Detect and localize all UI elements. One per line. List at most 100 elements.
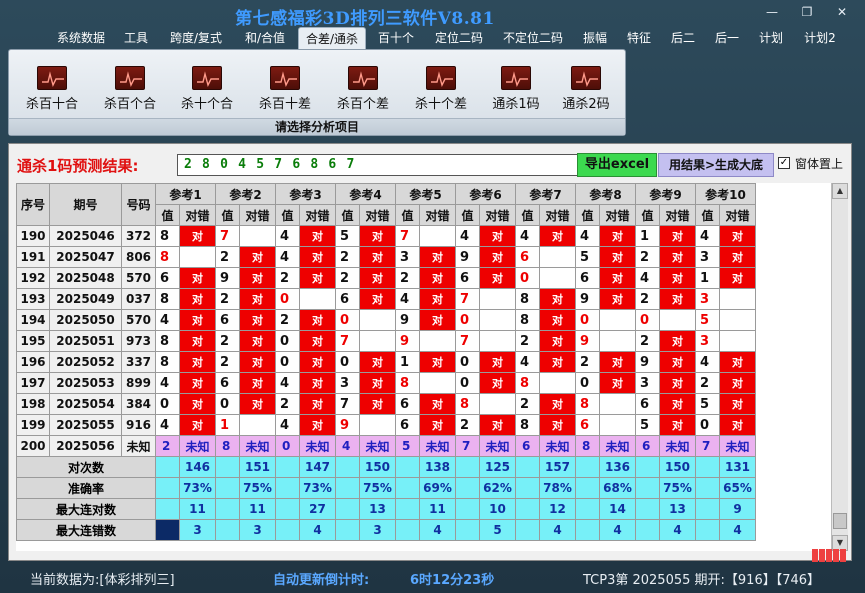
hit-cell: 对 bbox=[359, 225, 396, 247]
stat-spacer bbox=[515, 498, 540, 520]
stat-spacer bbox=[395, 456, 420, 478]
ref-header[interactable]: 参考9 bbox=[635, 183, 696, 205]
ref-header[interactable]: 参考8 bbox=[575, 183, 636, 205]
menu-last-two[interactable]: 后二 bbox=[664, 27, 702, 49]
ref-header[interactable]: 参考10 bbox=[695, 183, 756, 205]
ref-value: 8 bbox=[155, 288, 180, 310]
table-row[interactable]: 198 2025054 384 0 对 0 对 2 对 7 对 6 对 8 2 对 8 6 对 5 对 bbox=[16, 393, 756, 415]
ref-value: 0 bbox=[575, 309, 600, 331]
ref-value: 4 bbox=[695, 225, 720, 247]
ref-header[interactable]: 参考3 bbox=[275, 183, 336, 205]
hit-cell: 对 bbox=[539, 393, 576, 415]
ref-value: 8 bbox=[515, 309, 540, 331]
close-button[interactable]: ✕ bbox=[832, 4, 852, 20]
table-row[interactable]: 192 2025048 570 6 对 9 对 2 对 2 对 2 对 6 对 0 6 对 4 对 1 对 bbox=[16, 267, 756, 289]
menu-plan2[interactable]: 计划2 bbox=[798, 27, 842, 49]
scroll-up-icon[interactable]: ▲ bbox=[832, 183, 848, 199]
ribbon-kill-one[interactable]: 通杀1码 bbox=[479, 56, 553, 116]
table-row[interactable]: 190 2025046 372 8 对 7 4 对 5 对 7 4 对 4 对 4 对 1 对 4 对 bbox=[16, 225, 756, 247]
stat-value: 157 bbox=[539, 456, 576, 478]
stat-spacer bbox=[335, 477, 360, 499]
hit-cell: 对 bbox=[719, 393, 756, 415]
row-number: 806 bbox=[121, 246, 156, 268]
vertical-scrollbar[interactable]: ▲ ▼ bbox=[831, 183, 848, 551]
ref-value: 0 bbox=[275, 351, 300, 373]
menu-feature[interactable]: 特征 bbox=[620, 27, 658, 49]
stat-value: 4 bbox=[539, 519, 576, 541]
table-row[interactable]: 196 2025052 337 8 对 2 对 0 对 0 对 1 对 0 对 4 对 2 对 9 对 4 对 bbox=[16, 351, 756, 373]
row-seq: 193 bbox=[16, 288, 50, 310]
row-issue: 2025048 bbox=[49, 267, 122, 289]
hit-cell: 对 bbox=[719, 246, 756, 268]
ref-value: 8 bbox=[155, 330, 180, 352]
hit-cell: 对 bbox=[299, 330, 336, 352]
row-issue: 2025053 bbox=[49, 372, 122, 394]
ref-header[interactable]: 参考2 bbox=[215, 183, 276, 205]
topmost-checkbox[interactable]: ✓ bbox=[778, 157, 790, 169]
menu-diff-kill[interactable]: 合差/通杀 bbox=[298, 27, 366, 49]
ref-value: 6 bbox=[395, 393, 420, 415]
ref-header[interactable]: 参考1 bbox=[155, 183, 216, 205]
hit-cell: 对 bbox=[359, 288, 396, 310]
stat-spacer bbox=[695, 519, 720, 541]
ref-header[interactable]: 参考5 bbox=[395, 183, 456, 205]
row-number: 337 bbox=[121, 351, 156, 373]
export-excel-button[interactable]: 导出excel bbox=[577, 153, 657, 177]
result-field[interactable]: 2 8 0 4 5 7 6 8 6 7 bbox=[177, 154, 583, 176]
stat-spacer bbox=[695, 498, 720, 520]
stat-row: 最大连错数 3 3 4 3 4 5 4 4 4 4 bbox=[16, 519, 756, 541]
minimize-button[interactable]: — bbox=[762, 4, 782, 20]
ref-value: 2 bbox=[275, 267, 300, 289]
miss-cell bbox=[719, 288, 756, 310]
predict-value: 6 bbox=[515, 435, 540, 457]
menu-hundreds[interactable]: 百十个 bbox=[372, 27, 420, 49]
ribbon-kill-sg-diff[interactable]: 杀十个差 bbox=[404, 56, 478, 116]
ribbon-kill-sg-sum[interactable]: 杀十个合 bbox=[170, 56, 244, 116]
menu-position-two[interactable]: 定位二码 bbox=[428, 27, 490, 49]
table-row[interactable]: 195 2025051 973 8 对 2 对 0 对 7 9 7 2 对 9 2 对 3 bbox=[16, 330, 756, 352]
ribbon-kill-bs-diff[interactable]: 杀百十差 bbox=[248, 56, 322, 116]
hit-cell: 对 bbox=[479, 414, 516, 436]
stat-spacer bbox=[695, 456, 720, 478]
table-row[interactable]: 191 2025047 806 8 2 对 4 对 2 对 3 对 9 对 6 5 对 2 对 3 对 bbox=[16, 246, 756, 268]
hit-cell: 对 bbox=[659, 393, 696, 415]
menu-span[interactable]: 跨度/复式 bbox=[160, 27, 232, 49]
menu-system-data[interactable]: 系统数据 bbox=[50, 27, 112, 49]
menu-sum[interactable]: 和/合值 bbox=[236, 27, 294, 49]
table-row[interactable]: 199 2025055 916 4 对 1 4 对 9 6 对 2 对 8 对 6 5 对 0 对 bbox=[16, 414, 756, 436]
stat-value: 13 bbox=[359, 498, 396, 520]
ribbon-kill-bg-diff[interactable]: 杀百个差 bbox=[326, 56, 400, 116]
hit-cell: 对 bbox=[419, 309, 456, 331]
menu-plan[interactable]: 计划 bbox=[752, 27, 790, 49]
ref-header[interactable]: 参考4 bbox=[335, 183, 396, 205]
table-row[interactable]: 193 2025049 037 8 对 2 对 0 6 对 4 对 7 8 对 9 对 2 对 3 bbox=[16, 288, 756, 310]
stat-spacer bbox=[635, 498, 660, 520]
table-row[interactable]: 197 2025053 899 4 对 6 对 4 对 3 对 8 0 对 8 0 对 3 对 2 对 bbox=[16, 372, 756, 394]
menu-tools[interactable]: 工具 bbox=[118, 27, 154, 49]
stat-value: 131 bbox=[719, 456, 756, 478]
prediction-row[interactable]: 200 2025056 未知 2 未知 8 未知 0 未知 4 未知 5 未知 7 未知 6 未知 8 未知 6 未知 7… bbox=[16, 435, 756, 457]
ribbon-kill-two[interactable]: 通杀2码 bbox=[549, 56, 623, 116]
predict-value: 6 bbox=[635, 435, 660, 457]
menu-last-one[interactable]: 后一 bbox=[708, 27, 746, 49]
menu-unpositioned-two[interactable]: 不定位二码 bbox=[496, 27, 570, 49]
menu-bar: 系统数据 工具 跨度/复式 和/合值 合差/通杀 百十个 定位二码 不定位二码 … bbox=[0, 27, 865, 49]
ref-value: 0 bbox=[455, 372, 480, 394]
ref-header[interactable]: 参考7 bbox=[515, 183, 576, 205]
ref-value: 8 bbox=[575, 393, 600, 415]
ribbon-kill-bs-sum[interactable]: 杀百十合 bbox=[15, 56, 89, 116]
generate-base-button[interactable]: 用结果>生成大底 bbox=[658, 153, 774, 177]
row-seq: 199 bbox=[16, 414, 50, 436]
sub-header-hit: 对错 bbox=[419, 204, 456, 226]
maximize-button[interactable]: ❐ bbox=[797, 4, 817, 20]
scroll-thumb[interactable] bbox=[833, 513, 847, 529]
ref-value: 4 bbox=[635, 267, 660, 289]
ribbon-kill-bg-sum[interactable]: 杀百个合 bbox=[93, 56, 167, 116]
menu-amplitude[interactable]: 振幅 bbox=[576, 27, 614, 49]
ref-value: 2 bbox=[575, 351, 600, 373]
ref-value: 9 bbox=[395, 309, 420, 331]
hit-cell: 对 bbox=[179, 288, 216, 310]
row-number: 384 bbox=[121, 393, 156, 415]
ref-header[interactable]: 参考6 bbox=[455, 183, 516, 205]
table-row[interactable]: 194 2025050 570 4 对 6 对 2 对 0 9 对 0 8 对 0 0 5 bbox=[16, 309, 756, 331]
